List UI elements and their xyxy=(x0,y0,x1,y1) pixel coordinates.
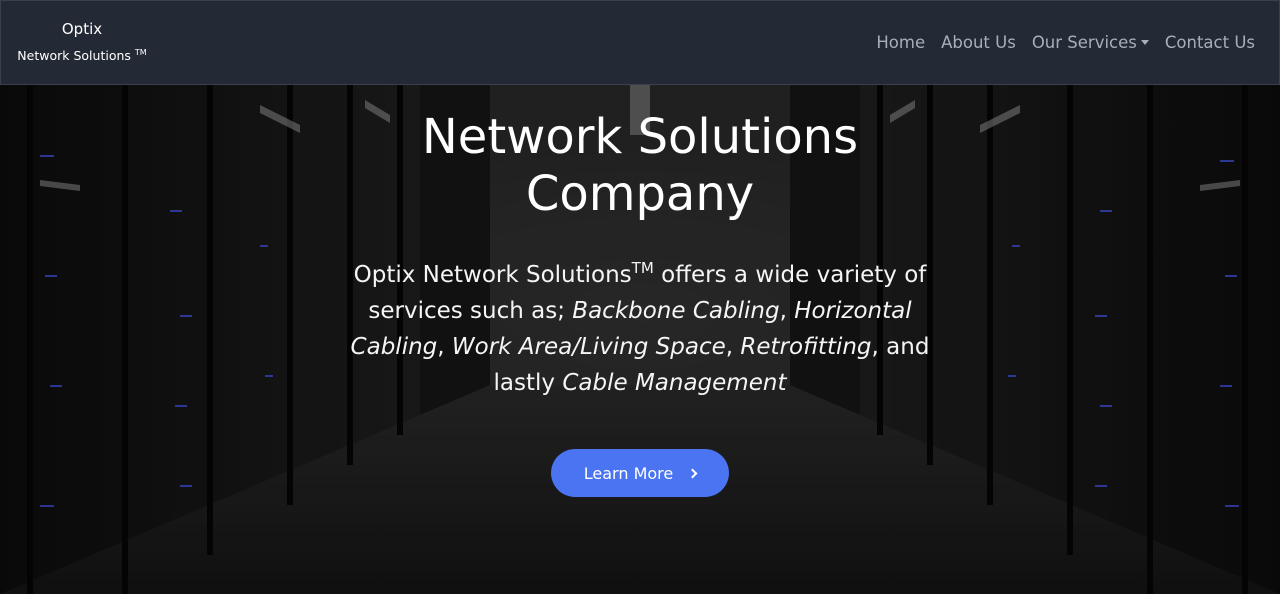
learn-more-label: Learn More xyxy=(583,463,674,483)
hero-separator: , xyxy=(437,334,452,360)
hero-description: Optix Network SolutionsTM offers a wide … xyxy=(335,257,945,401)
nav-services-dropdown[interactable]: Our Services xyxy=(1032,33,1149,52)
brand-subtitle-text: Network Solutions xyxy=(17,48,131,64)
nav-home-link[interactable]: Home xyxy=(876,33,925,52)
caret-down-icon xyxy=(1140,40,1149,45)
service-backbone-cabling: Backbone Cabling xyxy=(572,298,780,324)
nav-contact-link[interactable]: Contact Us xyxy=(1165,33,1255,52)
hero-title: Network Solutions Company xyxy=(421,109,859,222)
hero-separator: , xyxy=(725,334,741,360)
chevron-right-icon xyxy=(687,468,698,478)
brand-logo[interactable]: Optix Network Solutions TM xyxy=(17,19,147,66)
hero-company-name: Optix Network Solutions xyxy=(353,262,632,288)
hero-section: Network Solutions Company Optix Network … xyxy=(0,85,1280,594)
hero-trademark: TM xyxy=(631,259,654,277)
learn-more-button[interactable]: Learn More xyxy=(551,449,729,497)
hero-separator: , xyxy=(779,298,795,324)
brand-trademark: TM xyxy=(134,47,147,57)
brand-subtitle: Network Solutions TM xyxy=(17,43,146,66)
nav-about-link[interactable]: About Us xyxy=(941,33,1016,52)
service-retrofitting: Retrofitting xyxy=(740,334,872,360)
nav-services-label: Our Services xyxy=(1031,33,1137,52)
service-work-area: Work Area/Living Space xyxy=(451,334,726,360)
service-cable-management: Cable Management xyxy=(562,370,787,396)
navbar: Optix Network Solutions TM Home About Us… xyxy=(0,0,1280,85)
brand-name: Optix xyxy=(61,19,103,38)
nav-links: Home About Us Our Services Contact Us xyxy=(876,33,1255,52)
